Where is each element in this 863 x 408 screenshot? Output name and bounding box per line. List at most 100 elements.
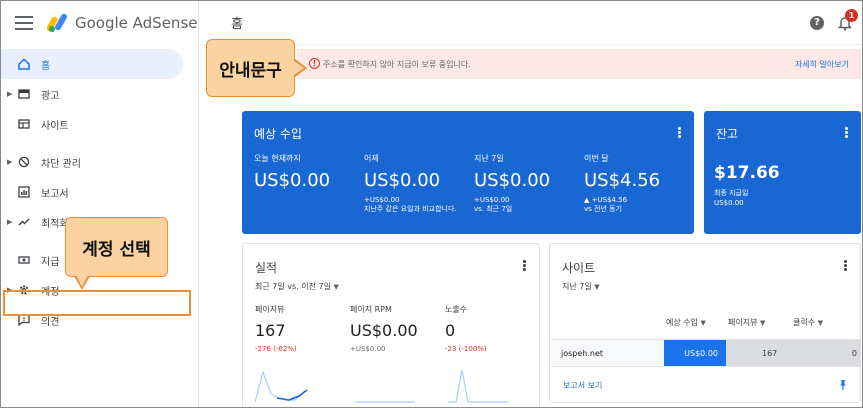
adsense-window: Google AdSense 홈 ▶ 광고 사이트 ▶ 차단 관리 보고서 ▶ … — [0, 0, 863, 408]
earnings-cell: US$0.00 — [664, 340, 726, 366]
metric-sub: +US$0.00 지난주 같은 요일과 비교합니다. — [364, 196, 457, 213]
card-title: 잔고 — [716, 127, 739, 141]
pageviews-sparkline — [255, 370, 308, 403]
adsense-logo-icon — [47, 13, 67, 32]
top-header: 홈 — [199, 1, 862, 45]
card-title: 예상 수입 — [254, 127, 302, 141]
earnings-this-month: 이번 달 US$4.56 ▲ +US$4.56 vs 전년 동기 — [584, 153, 694, 214]
block-icon — [17, 155, 31, 169]
sidebar-header: Google AdSense — [1, 1, 198, 45]
more-options-icon[interactable] — [844, 260, 847, 271]
metric-value: US$0.00 — [364, 170, 441, 191]
pin-icon[interactable] — [839, 379, 847, 390]
payment-hold-alert: ! 주소를 확인하지 않아 지급이 보류 중입니다. 자세히 알아보기 — [297, 49, 861, 79]
sidebar-item-ads[interactable]: ▶ 광고 — [1, 79, 198, 109]
pageviews-cell: 167 — [762, 349, 778, 358]
sort-icon: ▼ — [700, 319, 706, 327]
sidebar-item-sites[interactable]: 사이트 — [1, 109, 198, 139]
more-options-icon[interactable] — [845, 127, 848, 138]
table-row[interactable]: jospeh.net US$0.00 167 0 — [551, 339, 861, 367]
sidebar-item-home[interactable]: 홈 — [1, 49, 183, 79]
metric-label: 페이지뷰 — [255, 305, 285, 314]
logo-text: Google AdSense — [75, 14, 198, 32]
perf-pageviews: 페이지뷰 167 -276 (-62%) — [255, 304, 350, 353]
metric-sub: -23 (-100%) — [445, 345, 487, 353]
sidebar-item-label: 지급 — [41, 256, 60, 268]
notification-badge: 1 — [845, 9, 858, 22]
balance-card: 잔고 $17.66 최종 지급일 US$0.00 — [704, 111, 861, 234]
warning-icon: ! — [309, 58, 320, 69]
sidebar-item-label: 보고서 — [41, 188, 69, 200]
range-label: 지난 7일 — [562, 282, 592, 291]
card-title: 실적 — [255, 261, 278, 275]
sidebar-item-label: 광고 — [41, 90, 60, 102]
expand-icon[interactable]: ▶ — [7, 90, 12, 98]
metric-cells: 167 0 — [726, 340, 861, 366]
metric-label: 이번 달 — [584, 154, 609, 163]
metric-value: US$4.56 — [584, 170, 661, 191]
optimize-icon — [17, 215, 31, 229]
metric-label: 페이지 RPM — [350, 305, 392, 314]
metric-sub: -276 (-62%) — [255, 345, 297, 353]
impressions-sparkline — [448, 369, 508, 403]
metric-value: US$0.00 — [350, 321, 418, 340]
metric-label: 어제 — [364, 154, 379, 163]
report-icon — [17, 185, 31, 199]
sort-icon: ▼ — [760, 319, 766, 327]
sidebar-item-blocking[interactable]: ▶ 차단 관리 — [1, 147, 198, 177]
notice-callout: 안내문구 — [206, 39, 307, 97]
more-options-icon[interactable] — [523, 260, 526, 271]
expand-icon[interactable]: ▶ — [7, 218, 12, 226]
balance-value: $17.66 — [714, 163, 780, 183]
column-header-earnings[interactable]: 예상 수입 ▼ — [666, 317, 706, 328]
range-label: 최근 7일 vs. 이전 7일 — [255, 282, 331, 291]
site-name: jospeh.net — [561, 349, 604, 358]
metric-value: 167 — [255, 321, 286, 340]
metric-value: US$0.00 — [474, 170, 551, 191]
perf-impressions: 노출수 0 -23 (-100%) — [445, 304, 540, 353]
help-icon[interactable]: ? — [810, 16, 824, 30]
menu-icon[interactable] — [15, 16, 33, 30]
card-title: 사이트 — [562, 261, 596, 275]
view-report-link[interactable]: 보고서 보기 — [563, 380, 602, 391]
metric-sub: ▲ +US$4.56 vs 전년 동기 — [584, 196, 628, 213]
account-callout: 계정 선택 — [65, 217, 168, 290]
balance-sub: 최종 지급일 US$0.00 — [714, 189, 749, 207]
metric-sub: +US$0.00 — [350, 345, 386, 353]
sidebar-item-label: 홈 — [41, 60, 51, 72]
more-options-icon[interactable] — [678, 127, 681, 138]
metric-sub: +US$0.00 vs. 최근 7일 — [474, 196, 513, 213]
metric-value: 0 — [445, 321, 456, 340]
sites-icon — [17, 117, 31, 131]
learn-more-link[interactable]: 자세히 알아보기 — [795, 59, 849, 70]
earnings-today: 오늘 현재까지 US$0.00 — [254, 153, 364, 191]
expand-icon[interactable]: ▶ — [7, 158, 12, 166]
metric-label: 지난 7일 — [474, 154, 504, 163]
sidebar: Google AdSense 홈 ▶ 광고 사이트 ▶ 차단 관리 보고서 ▶ … — [1, 1, 199, 407]
column-header-clicks[interactable]: 클릭수 ▼ — [793, 317, 823, 328]
rpm-sparkline — [355, 401, 415, 403]
estimated-earnings-card: 예상 수입 오늘 현재까지 US$0.00 어제 US$0.00 +US$0.0… — [242, 111, 694, 234]
sidebar-item-label: 사이트 — [41, 120, 69, 132]
payments-icon — [17, 253, 31, 267]
page-title: 홈 — [231, 17, 243, 32]
clicks-cell: 0 — [851, 349, 857, 358]
account-highlight-box — [3, 290, 191, 316]
date-range-select[interactable]: 최근 7일 vs. 이전 7일 ▼ — [255, 281, 339, 292]
column-header-pageviews[interactable]: 페이지뷰 ▼ — [728, 317, 765, 328]
date-range-select[interactable]: 지난 7일 ▼ — [562, 281, 600, 292]
metric-label: 노출수 — [445, 305, 468, 314]
dropdown-icon: ▼ — [594, 283, 600, 291]
perf-page-rpm: 페이지 RPM US$0.00 +US$0.00 — [350, 304, 445, 353]
sites-card: 사이트 지난 7일 ▼ 예상 수입 ▼ 페이지뷰 ▼ 클릭수 ▼ jospeh.… — [549, 243, 861, 403]
metric-label: 오늘 현재까지 — [254, 154, 301, 163]
sort-icon: ▼ — [817, 319, 824, 327]
ads-icon — [17, 87, 31, 101]
earnings-last7: 지난 7일 US$0.00 +US$0.00 vs. 최근 7일 — [474, 153, 584, 214]
performance-card: 실적 최근 7일 vs. 이전 7일 ▼ 페이지뷰 167 -276 (-62%… — [242, 243, 540, 407]
sidebar-item-label: 차단 관리 — [41, 158, 81, 170]
dropdown-icon: ▼ — [333, 283, 339, 291]
sidebar-item-reports[interactable]: 보고서 — [1, 177, 198, 207]
earnings-yesterday: 어제 US$0.00 +US$0.00 지난주 같은 요일과 비교합니다. — [364, 153, 474, 214]
metric-value: US$0.00 — [254, 170, 331, 191]
